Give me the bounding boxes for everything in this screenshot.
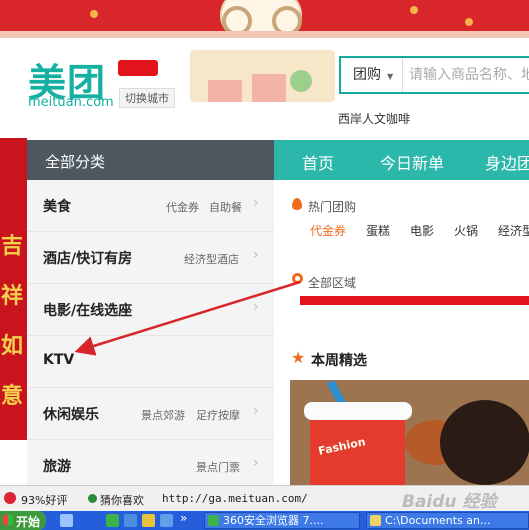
nav-home[interactable]: 首页 bbox=[302, 150, 334, 174]
search-input[interactable]: 请输入商品名称、地 bbox=[409, 58, 529, 92]
subcategory-link[interactable]: 景点郊游 bbox=[141, 407, 185, 423]
browser-icon bbox=[208, 515, 219, 526]
hot-tag-link[interactable]: 代金券 bbox=[310, 222, 346, 239]
quicklaunch-icon[interactable] bbox=[124, 514, 137, 527]
taskbar-item-browser[interactable]: 360安全浏览器 7.... bbox=[204, 512, 360, 529]
show-desktop-icon[interactable] bbox=[60, 514, 73, 527]
search-type-dropdown[interactable]: 团购 ▼ bbox=[341, 58, 403, 92]
subcategory-link[interactable]: 代金券 bbox=[166, 199, 199, 215]
fire-icon bbox=[292, 198, 302, 210]
festive-char: 如 bbox=[1, 333, 24, 359]
rating-text[interactable]: 93%好评 bbox=[21, 492, 67, 508]
festive-char: 吉 bbox=[1, 233, 24, 259]
quicklaunch-icon[interactable] bbox=[160, 514, 173, 527]
weekly-pick-photo[interactable]: Fashion bbox=[290, 380, 529, 485]
category-label: 休闲娱乐 bbox=[43, 407, 99, 423]
search-type-label: 团购 bbox=[353, 67, 381, 83]
house-illustration bbox=[208, 80, 242, 102]
site-logo-domain[interactable]: meituan.com bbox=[28, 95, 114, 110]
taskbar-item-label: C:\Documents an... bbox=[385, 514, 491, 527]
folder-icon bbox=[370, 515, 381, 526]
tree-illustration bbox=[290, 70, 312, 92]
category-item-ktv[interactable]: KTV bbox=[27, 336, 274, 388]
chevron-right-icon: › bbox=[253, 247, 259, 263]
festive-char: 意 bbox=[1, 383, 24, 409]
hot-deals-title: 热门团购 bbox=[308, 200, 357, 214]
apple-icon bbox=[4, 492, 16, 504]
cup-lid-image bbox=[304, 402, 412, 420]
festive-side-banner: 吉 祥 如 意 bbox=[0, 138, 27, 440]
featured-shop-link[interactable]: 西岸人文咖啡 bbox=[338, 110, 410, 127]
start-button[interactable]: 开始 bbox=[0, 511, 46, 530]
festive-char: 祥 bbox=[1, 283, 24, 309]
subcategory-link[interactable]: 经济型酒店 bbox=[184, 251, 239, 267]
location-pin-icon bbox=[292, 273, 303, 284]
category-item-hotel[interactable]: 酒店/快订有房 经济型酒店 › bbox=[27, 232, 274, 284]
ornament-icon bbox=[90, 10, 98, 18]
bowl-image bbox=[440, 400, 529, 485]
city-name-redacted bbox=[118, 60, 158, 76]
browser-status-bar: 93%好评 猜你喜欢 http://ga.meituan.com/ Baidu … bbox=[0, 485, 529, 512]
hot-tag-link[interactable]: 电影 bbox=[410, 222, 434, 239]
chevron-down-icon: ▼ bbox=[387, 72, 394, 81]
category-label: 酒店/快订有房 bbox=[43, 251, 133, 267]
category-item-movie[interactable]: 电影/在线选座 › bbox=[27, 284, 274, 336]
search-bar: 团购 ▼ 请输入商品名称、地 bbox=[339, 56, 529, 94]
festive-banner bbox=[0, 0, 529, 38]
ornament-icon bbox=[410, 6, 418, 14]
switch-city-link[interactable]: 切换城市 bbox=[119, 88, 175, 108]
star-icon: ★ bbox=[291, 348, 306, 367]
windows-taskbar: 开始 » 360安全浏览器 7.... C:\Documents an... bbox=[0, 511, 529, 530]
banner-strip bbox=[0, 31, 529, 38]
taskbar-item-label: 360安全浏览器 7.... bbox=[223, 514, 324, 527]
promo-illustration bbox=[190, 50, 335, 102]
main-nav: 首页 今日新单 身边团 bbox=[274, 140, 529, 180]
category-label: KTV bbox=[43, 352, 75, 368]
taskbar-item-folder[interactable]: C:\Documents an... bbox=[366, 512, 529, 529]
nav-nearby[interactable]: 身边团 bbox=[485, 150, 529, 174]
house-illustration bbox=[252, 74, 286, 102]
all-categories-header[interactable]: 全部分类 bbox=[27, 140, 274, 180]
quicklaunch-icon[interactable] bbox=[142, 514, 155, 527]
guess-link[interactable]: 猜你喜欢 bbox=[100, 492, 144, 508]
all-categories-title: 全部分类 bbox=[45, 153, 106, 171]
guess-icon bbox=[88, 494, 97, 503]
chevron-right-icon: › bbox=[253, 403, 259, 419]
subcategory-link[interactable]: 自助餐 bbox=[209, 199, 242, 215]
weekly-picks-title: 本周精选 bbox=[311, 353, 367, 369]
category-label: 旅游 bbox=[43, 459, 71, 475]
region-list-redacted bbox=[300, 296, 529, 305]
windows-logo-icon bbox=[3, 515, 13, 525]
watermark-logo: Baidu 经验 bbox=[402, 492, 497, 512]
ornament-icon bbox=[465, 18, 473, 26]
category-list: 美食 代金券 自助餐 › 酒店/快订有房 经济型酒店 › 电影/在线选座 › K… bbox=[27, 180, 274, 485]
nav-today-new[interactable]: 今日新单 bbox=[380, 150, 444, 174]
category-label: 美食 bbox=[43, 199, 71, 215]
all-regions-title: 全部区域 bbox=[308, 276, 357, 290]
start-label: 开始 bbox=[16, 515, 41, 529]
chevron-right-icon: › bbox=[253, 455, 259, 471]
hot-tag-link[interactable]: 火锅 bbox=[454, 222, 478, 239]
status-url: http://ga.meituan.com/ bbox=[162, 492, 308, 505]
category-label: 电影/在线选座 bbox=[43, 303, 133, 319]
subcategory-link[interactable]: 景点门票 bbox=[196, 459, 240, 475]
category-item-food[interactable]: 美食 代金券 自助餐 › bbox=[27, 180, 274, 232]
category-item-leisure[interactable]: 休闲娱乐 景点郊游 足疗按摩 › bbox=[27, 388, 274, 440]
subcategory-link[interactable]: 足疗按摩 bbox=[196, 407, 240, 423]
chevron-right-icon: › bbox=[253, 299, 259, 315]
hot-tag-link[interactable]: 蛋糕 bbox=[366, 222, 390, 239]
chevron-right-icon: › bbox=[253, 195, 259, 211]
browser-quicklaunch-icon[interactable] bbox=[106, 514, 119, 527]
chevron-right-icon[interactable]: » bbox=[180, 511, 187, 525]
hot-tag-link[interactable]: 经济型 bbox=[498, 222, 529, 239]
